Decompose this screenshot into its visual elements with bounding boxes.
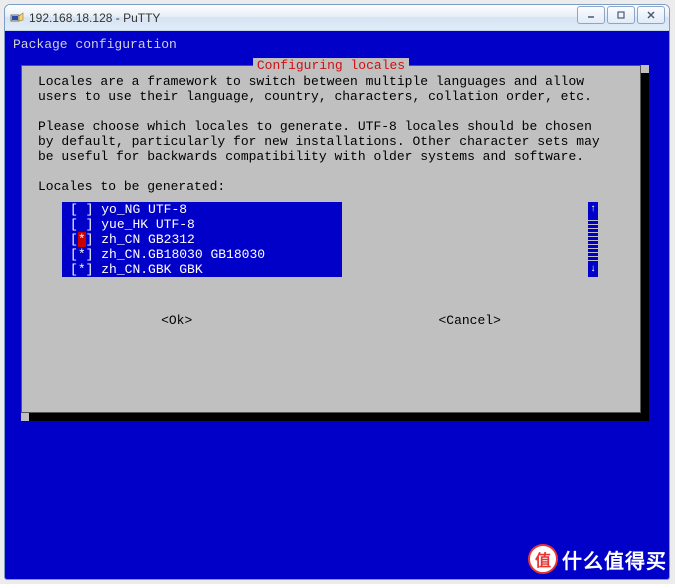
locale-label: yue_HK UTF-8 [101, 217, 195, 232]
window-title: 192.168.18.128 - PuTTY [29, 11, 160, 25]
locale-checked [78, 202, 86, 217]
dialog-para-1: Locales are a framework to switch betwee… [38, 74, 624, 104]
scroll-down-icon[interactable]: ↓ [588, 262, 598, 277]
watermark-badge-icon: 值 [528, 544, 558, 574]
locale-item[interactable]: [*] zh_CN GB2312 [62, 232, 342, 247]
locale-listbox: [ ] yo_NG UTF-8 [ ] yue_HK UTF-8 [*] zh_… [62, 202, 624, 277]
locale-item[interactable]: [*] zh_CN.GBK GBK [62, 262, 342, 277]
titlebar: 192.168.18.128 - PuTTY [5, 5, 669, 31]
locale-items[interactable]: [ ] yo_NG UTF-8 [ ] yue_HK UTF-8 [*] zh_… [62, 202, 342, 277]
locale-checked [78, 217, 86, 232]
locale-label: zh_CN.GB18030 GB18030 [101, 247, 265, 262]
locale-label: zh_CN.GBK GBK [101, 262, 202, 277]
scroll-track[interactable] [588, 217, 598, 262]
maximize-button[interactable] [607, 6, 635, 24]
locale-label: yo_NG UTF-8 [101, 202, 187, 217]
window-frame: 192.168.18.128 - PuTTY Package configura… [4, 4, 670, 580]
dialog-buttons: <Ok> <Cancel> [38, 313, 624, 328]
locale-checked: * [78, 247, 86, 262]
minimize-button[interactable] [577, 6, 605, 24]
dialog-prompt: Locales to be generated: [38, 179, 624, 194]
locale-checked: * [78, 232, 86, 247]
locale-label: zh_CN GB2312 [101, 232, 195, 247]
locale-item[interactable]: [*] zh_CN.GB18030 GB18030 [62, 247, 342, 262]
locale-checked: * [78, 262, 86, 277]
putty-icon [9, 10, 25, 26]
watermark: 值 什么值得买 [528, 544, 667, 574]
dialog-body: Locales are a framework to switch betwee… [22, 66, 640, 328]
dialog-container: Configuring locales Locales are a framew… [21, 65, 649, 421]
window-controls [577, 6, 665, 24]
terminal-header: Package configuration [5, 37, 669, 52]
close-button[interactable] [637, 6, 665, 24]
ok-button[interactable]: <Ok> [161, 313, 192, 328]
scroll-up-icon[interactable]: ↑ [588, 202, 598, 217]
dialog-para-2: Please choose which locales to generate.… [38, 119, 624, 164]
locale-item[interactable]: [ ] yo_NG UTF-8 [62, 202, 342, 217]
cancel-button[interactable]: <Cancel> [438, 313, 500, 328]
watermark-text: 什么值得买 [562, 545, 667, 574]
terminal-area[interactable]: Package configuration Configuring locale… [5, 31, 669, 579]
dialog-title: Configuring locales [253, 58, 409, 73]
listbox-scrollbar[interactable]: ↑ ↓ [588, 202, 598, 277]
locale-item[interactable]: [ ] yue_HK UTF-8 [62, 217, 342, 232]
config-dialog: Configuring locales Locales are a framew… [21, 65, 641, 413]
